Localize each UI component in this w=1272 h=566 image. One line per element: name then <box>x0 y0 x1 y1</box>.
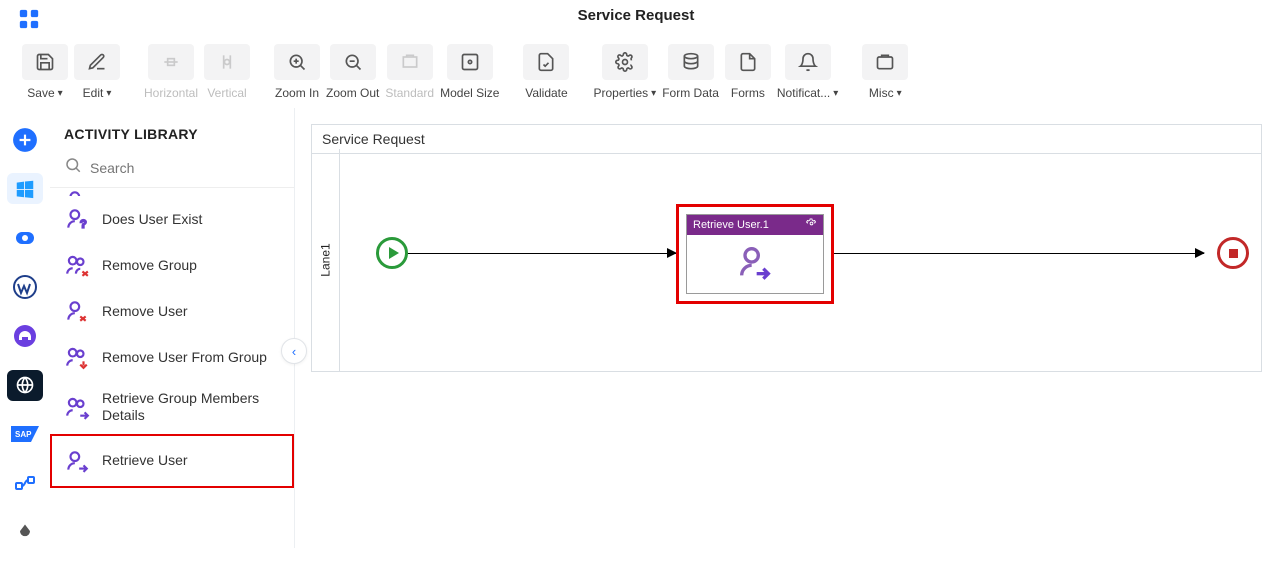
process-canvas[interactable]: Service Request Lane1 Retrieve User.1 <box>311 124 1262 372</box>
zoom-in-button[interactable]: Zoom In <box>274 44 320 100</box>
collapse-panel-button[interactable]: ‹ <box>281 338 307 364</box>
lane-label: Lane1 <box>312 149 340 371</box>
save-label: Save <box>27 86 54 100</box>
chevron-down-icon: ▾ <box>651 88 656 99</box>
lib-item-retrieve-user[interactable]: Retrieve User <box>50 434 294 488</box>
zoom-in-label: Zoom In <box>275 86 319 100</box>
user-question-icon: ? <box>64 206 90 232</box>
validate-label: Validate <box>525 86 567 100</box>
lib-item-does-user-exist[interactable]: ? Does User Exist <box>50 196 294 242</box>
canvas-area: Service Request Lane1 Retrieve User.1 <box>295 108 1272 548</box>
flow-edge <box>834 253 1204 254</box>
lib-item-label: Retrieve User <box>102 452 188 469</box>
user-retrieve-icon <box>64 448 90 474</box>
user-retrieve-icon <box>735 242 775 287</box>
search-icon <box>64 156 82 179</box>
page-title: Service Request <box>578 7 695 24</box>
toolbar: Save▾ Edit▾ Horizontal Vertical Zoom In … <box>0 30 1272 108</box>
chevron-down-icon: ▾ <box>106 88 111 99</box>
vertical-button: Vertical <box>204 44 250 100</box>
group-user-remove-icon <box>64 344 90 370</box>
user-remove-icon <box>64 298 90 324</box>
validate-button[interactable]: Validate <box>523 44 569 100</box>
rail-headset-icon[interactable] <box>7 320 43 351</box>
lib-item-remove-user[interactable]: Remove User <box>50 288 294 334</box>
user-icon <box>64 188 294 196</box>
save-button[interactable]: Save ▾ <box>22 44 68 100</box>
flow-edge <box>408 253 676 254</box>
forms-label: Forms <box>731 86 765 100</box>
gear-icon[interactable] <box>806 218 817 232</box>
lib-item-remove-user-from-group[interactable]: Remove User From Group <box>50 334 294 380</box>
lib-item-label: Remove Group <box>102 257 197 274</box>
rail-drop-icon[interactable] <box>7 517 43 548</box>
notifications-button[interactable]: Notificat...▾ <box>777 44 838 100</box>
misc-label: Misc <box>869 86 894 100</box>
properties-button[interactable]: Properties▾ <box>593 44 656 100</box>
search-input[interactable] <box>90 160 280 176</box>
start-node[interactable] <box>376 237 408 269</box>
properties-label: Properties <box>593 86 648 100</box>
edit-label: Edit <box>83 86 104 100</box>
form-data-button[interactable]: Form Data <box>662 44 719 100</box>
rail-globe-icon[interactable] <box>7 370 43 401</box>
lib-item-remove-group[interactable]: Remove Group <box>50 242 294 288</box>
zoom-out-label: Zoom Out <box>326 86 379 100</box>
app-rail: SAP <box>0 108 50 548</box>
vertical-label: Vertical <box>207 86 246 100</box>
model-size-label: Model Size <box>440 86 499 100</box>
activity-library-panel: ACTIVITY LIBRARY ? Does User Exist Remov… <box>50 108 295 548</box>
add-button[interactable] <box>7 124 43 155</box>
apps-grid-icon[interactable] <box>18 8 40 30</box>
activity-retrieve-user[interactable]: Retrieve User.1 <box>686 214 824 294</box>
misc-button[interactable]: Misc▾ <box>862 44 908 100</box>
zoom-out-button[interactable]: Zoom Out <box>326 44 379 100</box>
form-data-label: Form Data <box>662 86 719 100</box>
svg-text:SAP: SAP <box>15 430 32 439</box>
model-size-button[interactable]: Model Size <box>440 44 499 100</box>
group-retrieve-icon <box>64 394 90 420</box>
svg-text:?: ? <box>80 219 86 231</box>
lib-item-label: Remove User From Group <box>102 349 267 366</box>
rail-flow-icon[interactable] <box>7 468 43 499</box>
chevron-down-icon: ▾ <box>833 88 838 99</box>
horizontal-button: Horizontal <box>144 44 198 100</box>
panel-title: ACTIVITY LIBRARY <box>50 108 294 150</box>
end-node[interactable] <box>1217 237 1249 269</box>
standard-label: Standard <box>385 86 434 100</box>
chevron-left-icon: ‹ <box>292 344 296 359</box>
horizontal-label: Horizontal <box>144 86 198 100</box>
activity-title: Retrieve User.1 <box>693 219 769 231</box>
rail-camera-icon[interactable] <box>7 222 43 253</box>
rail-wordpress-icon[interactable] <box>7 271 43 302</box>
rail-sap-icon[interactable]: SAP <box>7 419 43 450</box>
lib-item-label: Does User Exist <box>102 211 202 228</box>
standard-zoom-button: Standard <box>385 44 434 100</box>
notifications-label: Notificat... <box>777 86 830 100</box>
rail-windows-icon[interactable] <box>7 173 43 204</box>
lib-item-label: Remove User <box>102 303 188 320</box>
forms-button[interactable]: Forms <box>725 44 771 100</box>
group-remove-icon <box>64 252 90 278</box>
edit-button[interactable]: Edit▾ <box>74 44 120 100</box>
lib-item-retrieve-group-members[interactable]: Retrieve Group Members Details <box>50 380 294 434</box>
chevron-down-icon: ▾ <box>58 88 63 99</box>
chevron-down-icon: ▾ <box>897 88 902 99</box>
lib-item-label: Retrieve Group Members Details <box>102 390 280 424</box>
